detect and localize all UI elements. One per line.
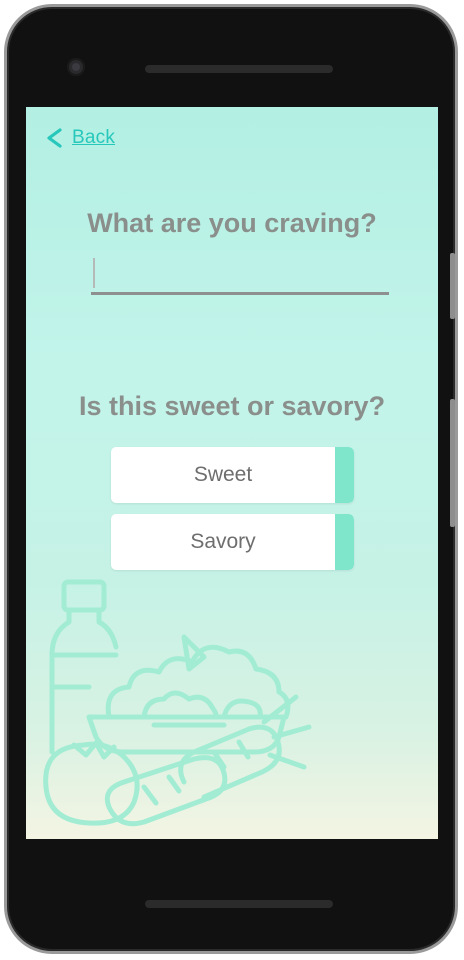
power-button [450,253,455,319]
front-camera [67,58,85,76]
craving-input[interactable] [91,255,389,295]
bottom-speaker [145,900,333,908]
craving-question: What are you craving? [87,208,377,238]
back-button[interactable]: Back [44,127,115,149]
savory-button-accent [335,514,354,570]
savory-button-label: Savory [190,530,256,553]
app-screen: Back What are you craving? Is this sweet… [26,107,438,839]
sweet-button-label: Sweet [193,463,253,486]
volume-button [450,399,455,527]
groceries-illustration [43,579,312,827]
sweet-button[interactable]: Sweet [111,447,354,503]
savory-button[interactable]: Savory [111,514,354,570]
salad-bowl-icon [86,634,291,755]
sweet-button-accent [335,447,354,503]
earpiece-speaker [145,65,333,73]
sweet-savory-question: Is this sweet or savory? [78,391,386,421]
chevron-left-icon [47,128,62,148]
text-caret [93,258,95,288]
back-label: Back [72,127,116,148]
bottle-icon [49,579,119,755]
